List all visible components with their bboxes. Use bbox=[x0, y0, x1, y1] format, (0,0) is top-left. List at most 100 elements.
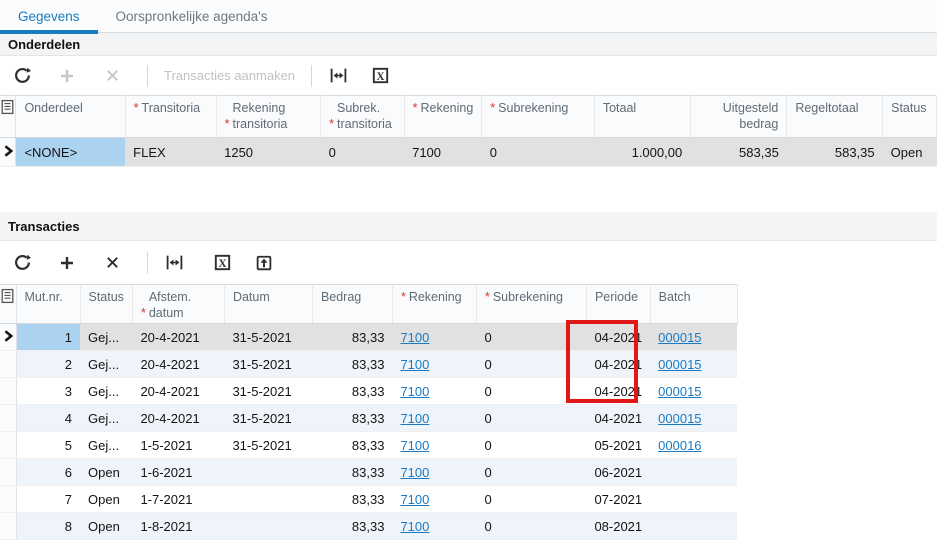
cell-bedrag[interactable]: 83,33 bbox=[312, 405, 392, 432]
row-selector[interactable] bbox=[0, 432, 16, 459]
cell-bedrag[interactable]: 83,33 bbox=[312, 513, 392, 540]
cell-subrekening[interactable]: 0 bbox=[476, 351, 586, 378]
refresh-button[interactable] bbox=[12, 66, 32, 86]
cell-periode[interactable]: 05-2021 bbox=[586, 432, 650, 459]
cell-afstem_datum[interactable]: 20-4-2021 bbox=[132, 405, 224, 432]
cell-datum[interactable]: 31-5-2021 bbox=[224, 405, 312, 432]
cell-subrek_transitoria[interactable]: 0 bbox=[321, 138, 404, 167]
cell-afstem_datum[interactable]: 1-6-2021 bbox=[132, 459, 224, 486]
row-selector[interactable] bbox=[0, 351, 16, 378]
cell-mutnr[interactable]: 2 bbox=[16, 351, 80, 378]
tab-oorspronkelijke-agendas[interactable]: Oorspronkelijke agenda's bbox=[98, 0, 286, 32]
cell-rekening[interactable]: 7100 bbox=[392, 486, 476, 513]
cell-mutnr[interactable]: 3 bbox=[16, 378, 80, 405]
column-header-periode[interactable]: Periode bbox=[586, 285, 650, 324]
column-header-mutnr[interactable]: Mut.nr. bbox=[16, 285, 80, 324]
batch-link[interactable]: 000015 bbox=[658, 411, 701, 426]
cell-datum[interactable]: 31-5-2021 bbox=[224, 378, 312, 405]
column-header-rekening[interactable]: *Rekening bbox=[404, 96, 482, 138]
cell-subrekening[interactable]: 0 bbox=[476, 486, 586, 513]
cell-onderdeel[interactable]: <NONE> bbox=[16, 138, 125, 167]
cell-batch[interactable] bbox=[650, 513, 737, 540]
add-button[interactable] bbox=[57, 253, 77, 273]
cell-rekening[interactable]: 7100 bbox=[404, 138, 482, 167]
cell-datum[interactable]: 31-5-2021 bbox=[224, 432, 312, 459]
cell-periode[interactable]: 07-2021 bbox=[586, 486, 650, 513]
cell-bedrag[interactable]: 83,33 bbox=[312, 324, 392, 351]
cell-mutnr[interactable]: 4 bbox=[16, 405, 80, 432]
cell-batch[interactable]: 000015 bbox=[650, 378, 737, 405]
cell-status[interactable]: Open bbox=[80, 513, 132, 540]
cell-bedrag[interactable]: 83,33 bbox=[312, 378, 392, 405]
cell-rekening[interactable]: 7100 bbox=[392, 432, 476, 459]
cell-status[interactable]: Open bbox=[80, 486, 132, 513]
column-header-totaal[interactable]: Totaal bbox=[594, 96, 690, 138]
cell-mutnr[interactable]: 8 bbox=[16, 513, 80, 540]
cell-status[interactable]: Gej... bbox=[80, 405, 132, 432]
cell-afstem_datum[interactable]: 20-4-2021 bbox=[132, 351, 224, 378]
cell-batch[interactable]: 000015 bbox=[650, 324, 737, 351]
cell-subrekening[interactable]: 0 bbox=[482, 138, 595, 167]
cell-rekening[interactable]: 7100 bbox=[392, 513, 476, 540]
column-header-subrek_transitoria[interactable]: *Subrek. transitoria bbox=[321, 96, 404, 138]
column-header-uitgesteld_bedrag[interactable]: Uitgesteld bedrag bbox=[690, 96, 787, 138]
column-header-bedrag[interactable]: Bedrag bbox=[312, 285, 392, 324]
cell-rekening[interactable]: 7100 bbox=[392, 405, 476, 432]
fit-width-button[interactable] bbox=[328, 66, 348, 86]
cell-status[interactable]: Open bbox=[80, 459, 132, 486]
rekening-link[interactable]: 7100 bbox=[400, 330, 429, 345]
row-selector[interactable] bbox=[0, 324, 16, 351]
rekening-link[interactable]: 7100 bbox=[400, 465, 429, 480]
column-header-datum[interactable]: Datum bbox=[224, 285, 312, 324]
cell-mutnr[interactable]: 6 bbox=[16, 459, 80, 486]
cell-rekening[interactable]: 7100 bbox=[392, 324, 476, 351]
rekening-link[interactable]: 7100 bbox=[400, 411, 429, 426]
cell-periode[interactable]: 04-2021 bbox=[586, 405, 650, 432]
cell-subrekening[interactable]: 0 bbox=[476, 459, 586, 486]
cell-afstem_datum[interactable]: 20-4-2021 bbox=[132, 324, 224, 351]
cell-status[interactable]: Gej... bbox=[80, 378, 132, 405]
row-selector[interactable] bbox=[0, 378, 16, 405]
cell-subrekening[interactable]: 0 bbox=[476, 324, 586, 351]
cell-subrekening[interactable]: 0 bbox=[476, 378, 586, 405]
select-all-corner[interactable] bbox=[0, 285, 16, 324]
excel-export-button[interactable]: X bbox=[212, 253, 232, 273]
cell-afstem_datum[interactable]: 20-4-2021 bbox=[132, 378, 224, 405]
tab-gegevens[interactable]: Gegevens bbox=[0, 0, 98, 32]
refresh-button[interactable] bbox=[12, 253, 32, 273]
cell-bedrag[interactable]: 83,33 bbox=[312, 351, 392, 378]
cell-transitoria[interactable]: FLEX bbox=[125, 138, 216, 167]
upload-button[interactable] bbox=[254, 253, 274, 273]
cell-mutnr[interactable]: 1 bbox=[16, 324, 80, 351]
cell-subrekening[interactable]: 0 bbox=[476, 405, 586, 432]
column-header-batch[interactable]: Batch bbox=[650, 285, 737, 324]
delete-button[interactable] bbox=[102, 66, 122, 86]
column-header-subrekening[interactable]: *Subrekening bbox=[482, 96, 595, 138]
column-header-afstem_datum[interactable]: *Afstem. datum bbox=[132, 285, 224, 324]
cell-datum[interactable]: 31-5-2021 bbox=[224, 351, 312, 378]
create-transactions-button[interactable]: Transacties aanmaken bbox=[164, 68, 295, 83]
rekening-link[interactable]: 7100 bbox=[400, 492, 429, 507]
delete-button[interactable] bbox=[102, 253, 122, 273]
cell-status[interactable]: Open bbox=[883, 138, 937, 167]
batch-link[interactable]: 000015 bbox=[658, 357, 701, 372]
batch-link[interactable]: 000015 bbox=[658, 384, 701, 399]
batch-link[interactable]: 000016 bbox=[658, 438, 701, 453]
cell-uitgesteld_bedrag[interactable]: 583,35 bbox=[690, 138, 787, 167]
cell-batch[interactable] bbox=[650, 459, 737, 486]
column-header-status[interactable]: Status bbox=[883, 96, 937, 138]
cell-bedrag[interactable]: 83,33 bbox=[312, 486, 392, 513]
cell-bedrag[interactable]: 83,33 bbox=[312, 459, 392, 486]
cell-periode[interactable]: 08-2021 bbox=[586, 513, 650, 540]
column-header-status[interactable]: Status bbox=[80, 285, 132, 324]
cell-status[interactable]: Gej... bbox=[80, 351, 132, 378]
column-header-onderdeel[interactable]: Onderdeel bbox=[16, 96, 125, 138]
cell-afstem_datum[interactable]: 1-7-2021 bbox=[132, 486, 224, 513]
cell-afstem_datum[interactable]: 1-8-2021 bbox=[132, 513, 224, 540]
cell-rekening_transitoria[interactable]: 1250 bbox=[216, 138, 321, 167]
select-all-corner[interactable] bbox=[0, 96, 16, 138]
row-selector[interactable] bbox=[0, 486, 16, 513]
cell-mutnr[interactable]: 5 bbox=[16, 432, 80, 459]
cell-mutnr[interactable]: 7 bbox=[16, 486, 80, 513]
excel-export-button[interactable]: X bbox=[370, 66, 390, 86]
